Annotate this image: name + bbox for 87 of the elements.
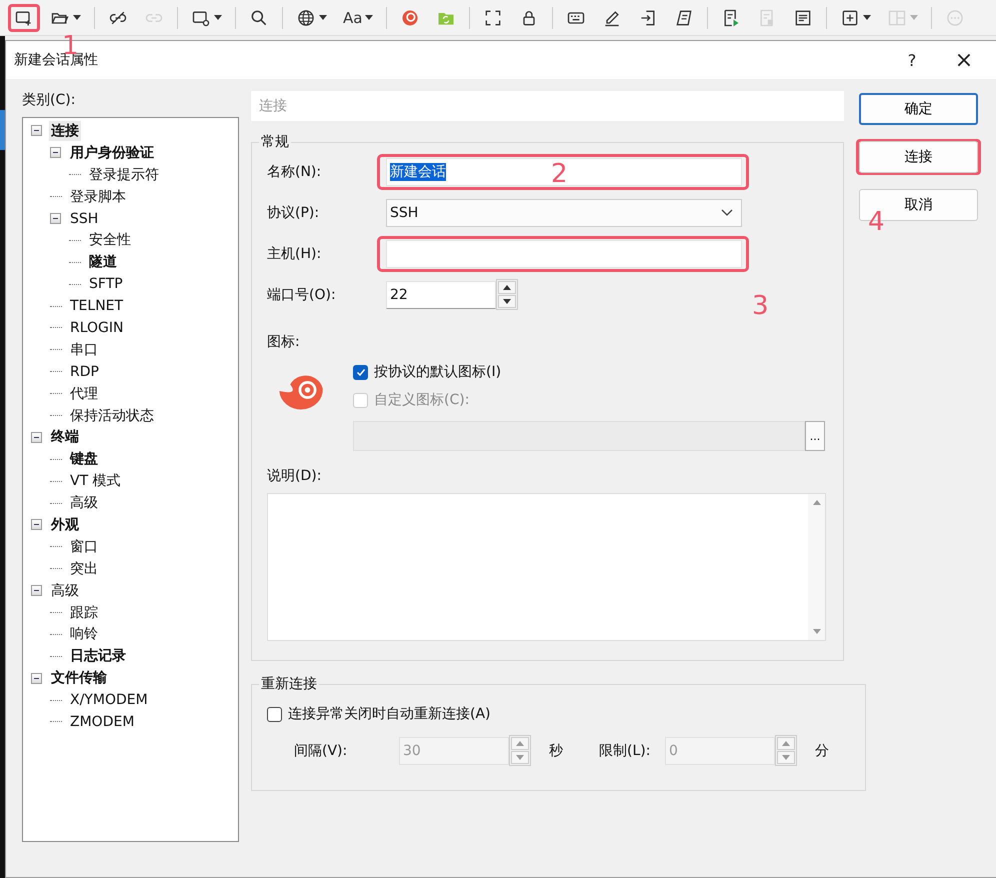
collapse-toggle[interactable] xyxy=(50,213,61,224)
auto-reconnect-checkbox[interactable]: 连接异常关闭时自动重新连接(A) xyxy=(267,705,865,723)
collapse-toggle[interactable] xyxy=(31,519,42,530)
tree-item[interactable]: 响铃 xyxy=(68,624,100,644)
search-icon xyxy=(249,8,269,28)
tree-item[interactable]: 终端 xyxy=(49,427,81,448)
tree-item[interactable]: 高级 xyxy=(49,580,81,601)
description-field[interactable] xyxy=(267,493,826,641)
arrow-up-icon xyxy=(516,741,524,746)
page-header: 连接 xyxy=(251,91,844,121)
field-label: 主机(H): xyxy=(267,244,322,262)
field-label: 名称(N): xyxy=(267,162,322,180)
tree-item[interactable]: 串口 xyxy=(68,340,100,360)
swirl-icon xyxy=(400,8,420,28)
tree-item[interactable]: X/YMODEM xyxy=(68,690,150,710)
arrow-down-icon xyxy=(782,755,790,760)
arrow-down-icon xyxy=(812,629,820,634)
layout-icon xyxy=(887,8,908,28)
protocol-dropdown[interactable]: SSH xyxy=(386,198,742,226)
tree-item[interactable]: 窗口 xyxy=(68,536,100,557)
tree-item[interactable]: 突出 xyxy=(68,558,100,579)
tree-item[interactable]: 跟踪 xyxy=(68,602,100,623)
close-button[interactable]: × xyxy=(938,41,990,79)
tree-item[interactable]: 登录脚本 xyxy=(68,186,128,207)
fullscreen-icon xyxy=(483,8,504,28)
annotation-number: 2 xyxy=(551,160,568,188)
font-button[interactable]: Aa xyxy=(337,4,380,32)
category-label: 类别(C): xyxy=(22,91,76,110)
tree-item[interactable]: 安全性 xyxy=(87,230,133,250)
check-icon xyxy=(354,366,366,378)
dialog-button[interactable]: 连接 xyxy=(859,141,978,173)
field-label: 端口号(O): xyxy=(267,286,337,304)
arrow-up-icon xyxy=(503,285,511,290)
collapse-toggle[interactable] xyxy=(31,585,42,596)
tree-item[interactable]: 日志记录 xyxy=(68,646,128,666)
default-icon-checkbox[interactable]: 按协议的默认图标(I) xyxy=(353,363,502,381)
tree-item[interactable]: TELNET xyxy=(68,296,126,316)
tree-item[interactable]: 用户身份验证 xyxy=(68,142,156,163)
tree-item[interactable]: SFTP xyxy=(87,274,125,294)
tree-item[interactable]: 键盘 xyxy=(68,449,100,470)
collapse-toggle[interactable] xyxy=(31,432,42,443)
collapse-toggle[interactable] xyxy=(31,672,42,684)
plus-box-icon xyxy=(840,8,860,28)
tree-item[interactable]: SSH xyxy=(68,208,100,228)
arrow-up-icon xyxy=(812,500,820,505)
tree-item[interactable]: 代理 xyxy=(68,384,100,404)
toolbar-button[interactable] xyxy=(8,4,40,32)
tree-item[interactable]: 高级 xyxy=(68,493,100,514)
field-label: 限制(L): xyxy=(599,742,652,760)
tree-item[interactable]: 外观 xyxy=(49,514,81,535)
spin-down-button[interactable] xyxy=(498,295,516,308)
annotation-number: 3 xyxy=(752,292,769,320)
tree-item[interactable]: 登录提示符 xyxy=(87,164,161,185)
unit-label: 分 xyxy=(814,742,830,760)
help-button[interactable]: ? xyxy=(886,41,938,79)
tree-item[interactable]: 保持活动状态 xyxy=(68,406,156,426)
arrow-up-icon xyxy=(782,741,790,746)
globe-icon xyxy=(296,8,316,28)
tree-item[interactable]: RLOGIN xyxy=(68,318,126,338)
scrollbar[interactable] xyxy=(808,494,825,640)
group-title: 常规 xyxy=(260,133,290,151)
icon-path-field[interactable] xyxy=(353,421,805,451)
description-label: 说明(D): xyxy=(267,467,322,485)
unit-label: 秒 xyxy=(548,742,564,760)
field-label: 间隔(V): xyxy=(294,742,348,760)
spin-up-button[interactable] xyxy=(498,281,516,294)
port-field[interactable]: 22 xyxy=(386,280,496,308)
tree-item[interactable]: ZMODEM xyxy=(68,712,136,732)
group-title: 重新连接 xyxy=(260,675,318,693)
field-label: 协议(P): xyxy=(267,204,320,222)
browse-button[interactable]: ... xyxy=(805,421,825,451)
tree-item[interactable]: VT 模式 xyxy=(68,471,123,492)
dialog-button[interactable]: 确定 xyxy=(859,93,978,125)
tree-item[interactable]: 文件传输 xyxy=(49,668,109,688)
document-lines-icon xyxy=(793,8,814,28)
tree-item[interactable]: 隧道 xyxy=(87,252,119,272)
collapse-toggle[interactable] xyxy=(50,147,61,158)
chat-bubble-icon xyxy=(945,8,966,28)
tree-item[interactable]: RDP xyxy=(68,362,101,382)
collapse-toggle[interactable] xyxy=(31,125,42,136)
arrow-down-icon xyxy=(516,755,524,760)
text-field[interactable] xyxy=(386,240,742,268)
chevron-down-icon xyxy=(721,208,733,216)
tree-item[interactable]: 连接 xyxy=(49,120,81,141)
scroll-icon xyxy=(674,8,694,28)
arrow-down-icon xyxy=(503,299,511,304)
icon-label: 图标: xyxy=(267,333,301,351)
